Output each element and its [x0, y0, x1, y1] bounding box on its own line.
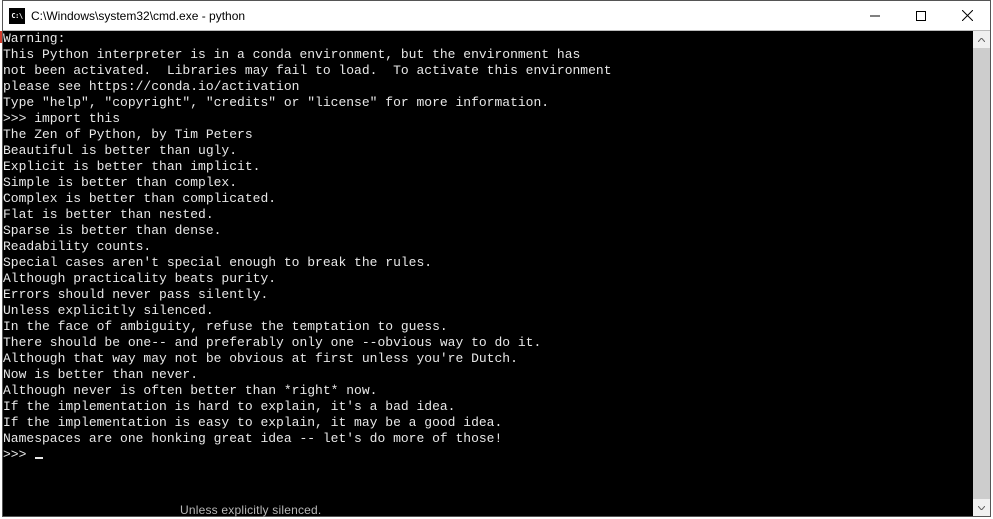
terminal-line: Type "help", "copyright", "credits" or "…	[3, 95, 973, 111]
cmd-icon: C:\	[9, 8, 25, 24]
close-button[interactable]	[944, 1, 990, 30]
scroll-up-button[interactable]	[973, 31, 990, 48]
terminal-line: Beautiful is better than ugly.	[3, 143, 973, 159]
content-area: Warning:This Python interpreter is in a …	[3, 31, 990, 516]
chevron-up-icon	[978, 38, 985, 42]
background-ghost-text: Unless explicitly silenced.	[180, 503, 321, 517]
titlebar[interactable]: C:\ C:\Windows\system32\cmd.exe - python	[3, 1, 990, 31]
terminal-line: Although that way may not be obvious at …	[3, 351, 973, 367]
terminal-line: Simple is better than complex.	[3, 175, 973, 191]
terminal-line: This Python interpreter is in a conda en…	[3, 47, 973, 63]
vertical-scrollbar[interactable]	[973, 31, 990, 516]
scroll-track[interactable]	[973, 48, 990, 499]
terminal-line: Errors should never pass silently.	[3, 287, 973, 303]
terminal-line: Warning:	[3, 31, 973, 47]
window-controls	[852, 1, 990, 30]
terminal-line: Complex is better than complicated.	[3, 191, 973, 207]
chevron-down-icon	[978, 506, 985, 510]
terminal-line: Explicit is better than implicit.	[3, 159, 973, 175]
terminal-line: Sparse is better than dense.	[3, 223, 973, 239]
terminal-line: If the implementation is hard to explain…	[3, 399, 973, 415]
terminal-output[interactable]: Warning:This Python interpreter is in a …	[3, 31, 973, 516]
minimize-button[interactable]	[852, 1, 898, 30]
prompt-text: >>>	[3, 447, 34, 462]
close-icon	[962, 10, 973, 21]
cmd-icon-label: C:\	[11, 12, 22, 20]
terminal-line: Readability counts.	[3, 239, 973, 255]
terminal-line: In the face of ambiguity, refuse the tem…	[3, 319, 973, 335]
terminal-line: not been activated. Libraries may fail t…	[3, 63, 973, 79]
terminal-line: please see https://conda.io/activation	[3, 79, 973, 95]
scroll-thumb[interactable]	[973, 48, 990, 499]
terminal-line: Special cases aren't special enough to b…	[3, 255, 973, 271]
terminal-line: Unless explicitly silenced.	[3, 303, 973, 319]
cursor	[35, 457, 43, 459]
terminal-line: There should be one-- and preferably onl…	[3, 335, 973, 351]
terminal-line: Flat is better than nested.	[3, 207, 973, 223]
cmd-window: C:\ C:\Windows\system32\cmd.exe - python…	[2, 0, 991, 517]
terminal-line: Now is better than never.	[3, 367, 973, 383]
minimize-icon	[870, 11, 880, 21]
terminal-line: If the implementation is easy to explain…	[3, 415, 973, 431]
terminal-line: Although never is often better than *rig…	[3, 383, 973, 399]
terminal-prompt[interactable]: >>>	[3, 447, 973, 463]
terminal-line: Namespaces are one honking great idea --…	[3, 431, 973, 447]
maximize-button[interactable]	[898, 1, 944, 30]
terminal-line: >>> import this	[3, 111, 973, 127]
window-title: C:\Windows\system32\cmd.exe - python	[31, 9, 852, 23]
terminal-line: The Zen of Python, by Tim Peters	[3, 127, 973, 143]
terminal-line: Although practicality beats purity.	[3, 271, 973, 287]
maximize-icon	[916, 11, 926, 21]
scroll-down-button[interactable]	[973, 499, 990, 516]
